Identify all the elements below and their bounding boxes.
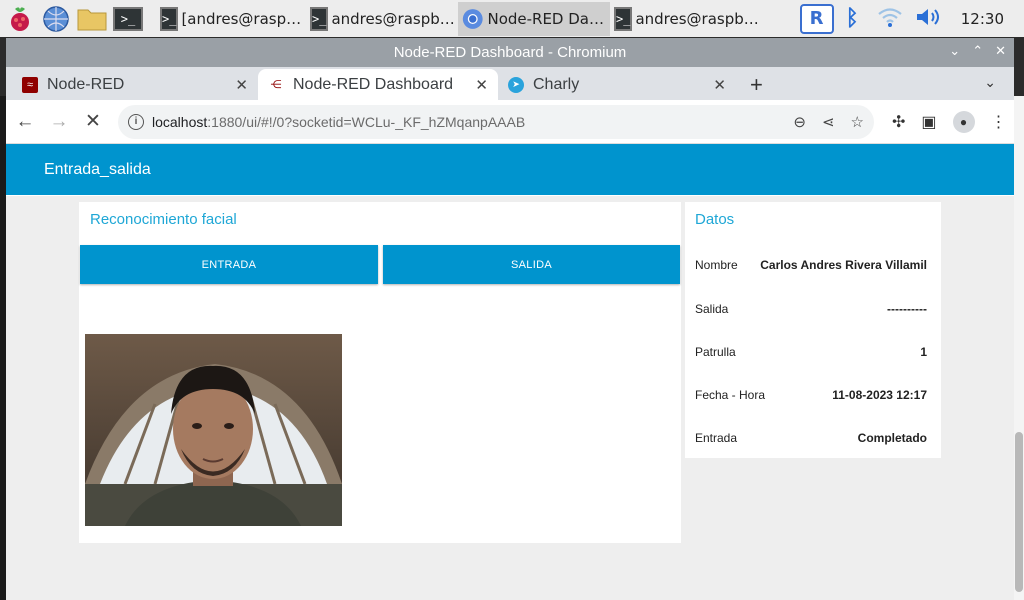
- bookmark-star-icon[interactable]: ☆: [851, 113, 864, 131]
- window-title: Node-RED Dashboard - Chromium: [393, 44, 627, 61]
- node-red-flow-icon: ⋲: [270, 79, 282, 91]
- task-label: andres@raspb…: [635, 9, 759, 28]
- task-label: andres@raspb…: [331, 9, 455, 28]
- share-icon[interactable]: ⋖: [822, 113, 835, 131]
- row-label: Salida: [695, 302, 729, 316]
- taskbar-task-terminal-3[interactable]: >_ andres@raspb…: [610, 2, 760, 36]
- address-bar[interactable]: i localhost:1880/ui/#!/0?socketid=WCLu-_…: [118, 104, 874, 139]
- taskbar-task-terminal-1[interactable]: >_ [andres@rasp…: [156, 2, 306, 36]
- vnc-icon[interactable]: R: [799, 3, 834, 34]
- telegram-icon: ➤: [508, 76, 524, 93]
- chrome-menu-icon[interactable]: ⋮: [991, 112, 1007, 132]
- row-label: Fecha - Hora: [695, 388, 766, 402]
- file-manager-icon[interactable]: [76, 3, 108, 35]
- browser-toolbar: ← → ✕ i localhost:1880/ui/#!/0?socketid=…: [6, 100, 1014, 144]
- tab-label: Node-RED Dashboard: [293, 75, 454, 93]
- side-panel-icon[interactable]: ▣: [921, 112, 936, 132]
- salida-button[interactable]: SALIDA: [383, 245, 680, 284]
- forward-button[interactable]: →: [44, 111, 74, 133]
- clock[interactable]: 12:30: [961, 10, 1004, 28]
- face-capture-image: [85, 334, 342, 526]
- dashboard-tab-title: Entrada_salida: [44, 160, 151, 178]
- tab-strip: ≈ Node-RED ✕ ⋲ Node-RED Dashboard ✕ ➤ Ch…: [6, 67, 1014, 100]
- group-datos: Datos Nombre Carlos Andres Rivera Villam…: [685, 202, 941, 458]
- chromium-icon: [462, 8, 483, 29]
- data-row-fecha-hora: Fecha - Hora 11-08-2023 12:17: [695, 388, 927, 402]
- entrada-button[interactable]: ENTRADA: [80, 245, 378, 284]
- extensions-icon[interactable]: ✣: [892, 112, 905, 132]
- back-button[interactable]: ←: [10, 111, 40, 133]
- wifi-icon[interactable]: [877, 6, 903, 32]
- tab-node-red-dashboard[interactable]: ⋲ Node-RED Dashboard ✕: [258, 69, 498, 100]
- row-value: 1: [920, 345, 927, 359]
- data-row-nombre: Nombre Carlos Andres Rivera Villamil: [695, 258, 927, 272]
- browser-window: Node-RED Dashboard - Chromium ⌄ ⌃ ✕ ≈ No…: [6, 38, 1014, 600]
- terminal-icon: >_: [614, 6, 633, 31]
- taskbar-task-terminal-2[interactable]: >_ andres@raspb…: [306, 2, 458, 36]
- url-path: :1880/ui/#!/0?socketid=WCLu-_KF_hZMqanpA…: [207, 113, 526, 130]
- maximize-icon[interactable]: ⌃: [972, 43, 983, 59]
- tab-search-chevron-icon[interactable]: ⌄: [984, 74, 996, 91]
- row-value: Completado: [857, 431, 927, 445]
- window-titlebar: Node-RED Dashboard - Chromium ⌄ ⌃ ✕: [6, 38, 1014, 67]
- row-label: Patrulla: [695, 345, 736, 359]
- task-label: Node-RED Da…: [487, 9, 604, 28]
- minimize-icon[interactable]: ⌄: [949, 43, 960, 59]
- data-row-entrada: Entrada Completado: [695, 431, 927, 445]
- close-tab-icon[interactable]: ✕: [475, 76, 488, 94]
- terminal-launcher-icon[interactable]: >_: [112, 3, 144, 35]
- row-value: Carlos Andres Rivera Villamil: [760, 258, 927, 272]
- scrollbar-thumb[interactable]: [1015, 432, 1023, 592]
- close-tab-icon[interactable]: ✕: [713, 76, 726, 94]
- row-value: ----------: [887, 302, 927, 316]
- row-label: Entrada: [695, 431, 738, 445]
- url-host: localhost: [152, 113, 208, 130]
- dashboard-header: Entrada_salida: [6, 144, 1014, 195]
- volume-icon[interactable]: [915, 6, 943, 32]
- row-value: 11-08-2023 12:17: [832, 388, 927, 402]
- task-label: [andres@rasp…: [181, 9, 302, 28]
- terminal-icon: >_: [310, 6, 329, 31]
- profile-avatar-icon[interactable]: ●: [952, 110, 975, 133]
- terminal-icon: >_: [160, 6, 179, 31]
- tab-node-red[interactable]: ≈ Node-RED ✕: [12, 69, 258, 100]
- web-browser-icon[interactable]: [40, 3, 72, 35]
- taskbar-task-chromium[interactable]: Node-RED Da…: [458, 1, 610, 36]
- node-red-icon: ≈: [22, 76, 38, 93]
- page-scrollbar[interactable]: [1014, 96, 1024, 600]
- taskbar: >_ >_ [andres@rasp… >_ andres@raspb… Nod…: [0, 0, 1024, 37]
- raspberry-menu-icon[interactable]: [4, 3, 36, 35]
- group-title: Datos: [695, 211, 735, 228]
- close-window-icon[interactable]: ✕: [995, 43, 1006, 59]
- row-label: Nombre: [695, 258, 738, 272]
- tab-charly[interactable]: ➤ Charly ✕: [498, 69, 736, 100]
- tab-label: Node-RED: [47, 75, 125, 93]
- dashboard-body: Reconocimiento facial ENTRADA SALIDA Dat…: [6, 196, 1014, 600]
- data-row-salida: Salida ----------: [695, 302, 927, 316]
- data-row-patrulla: Patrulla 1: [695, 345, 927, 359]
- zoom-icon[interactable]: ⊖: [793, 113, 806, 131]
- tab-label: Charly: [533, 75, 580, 93]
- group-title: Reconocimiento facial: [90, 211, 237, 228]
- system-tray: R ᛒ 12:30: [799, 0, 1024, 37]
- site-info-icon[interactable]: i: [128, 113, 144, 130]
- new-tab-button[interactable]: +: [750, 69, 763, 100]
- stop-loading-button[interactable]: ✕: [78, 110, 108, 133]
- close-tab-icon[interactable]: ✕: [235, 76, 248, 94]
- bluetooth-icon[interactable]: ᛒ: [846, 6, 859, 31]
